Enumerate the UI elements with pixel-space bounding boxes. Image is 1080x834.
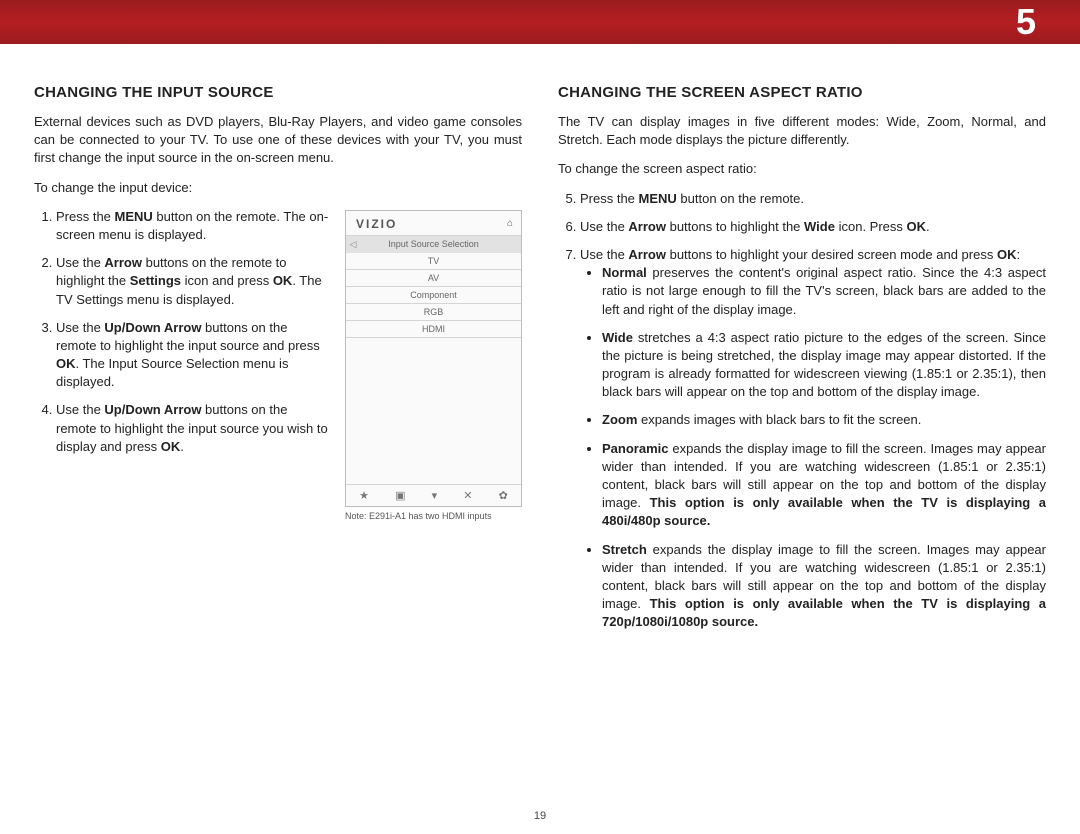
page-number: 19 <box>0 810 1080 822</box>
chevron-down-icon: ▾ <box>432 489 438 502</box>
tv-menu-row: RGB <box>346 304 521 321</box>
back-icon: ◁ <box>346 239 360 250</box>
input-step-3: Use the Up/Down Arrow buttons on the rem… <box>56 319 329 392</box>
star-icon: ★ <box>359 489 369 502</box>
tv-menu-row: AV <box>346 270 521 287</box>
heading-input-source: CHANGING THE INPUT SOURCE <box>34 84 522 101</box>
tv-menu-row: TV <box>346 253 521 270</box>
input-lead: To change the input device: <box>34 179 522 197</box>
chapter-number: 5 <box>996 0 1056 44</box>
aspect-step-7: Use the Arrow buttons to highlight your … <box>580 246 1046 632</box>
pip-icon: ▣ <box>395 489 405 502</box>
aspect-intro: The TV can display images in five differ… <box>558 113 1046 149</box>
input-steps-list: Press the MENU button on the remote. The… <box>34 208 329 466</box>
aspect-steps-list: Press the MENU button on the remote. Use… <box>558 190 1046 632</box>
input-step-2: Use the Arrow buttons on the remote to h… <box>56 254 329 309</box>
aspect-modes-list: Normal preserves the content's original … <box>580 264 1046 631</box>
input-step-4: Use the Up/Down Arrow buttons on the rem… <box>56 401 329 456</box>
tv-menu-row: HDMI <box>346 321 521 338</box>
mode-panoramic: Panoramic expands the display image to f… <box>602 440 1046 531</box>
aspect-lead: To change the screen aspect ratio: <box>558 160 1046 178</box>
gear-icon: ✿ <box>499 489 508 502</box>
mode-zoom: Zoom expands images with black bars to f… <box>602 411 1046 429</box>
tv-menu-illustration: VIZIO ⌂ ◁ Input Source Selection TV AV C… <box>345 210 522 507</box>
mode-stretch: Stretch expands the display image to fil… <box>602 541 1046 632</box>
input-intro: External devices such as DVD players, Bl… <box>34 113 522 168</box>
close-icon: ✕ <box>463 489 472 502</box>
aspect-step-5: Press the MENU button on the remote. <box>580 190 1046 208</box>
mode-normal: Normal preserves the content's original … <box>602 264 1046 319</box>
tv-menu-note: Note: E291i-A1 has two HDMI inputs <box>345 511 522 521</box>
mode-wide: Wide stretches a 4:3 aspect ratio pictur… <box>602 329 1046 402</box>
tv-menu-row: Component <box>346 287 521 304</box>
tv-menu-logo: VIZIO <box>356 217 397 231</box>
home-icon: ⌂ <box>507 218 513 229</box>
page-content: CHANGING THE INPUT SOURCE External devic… <box>0 44 1080 766</box>
tv-menu-footer-icons: ★ ▣ ▾ ✕ ✿ <box>346 484 521 506</box>
heading-aspect-ratio: CHANGING THE SCREEN ASPECT RATIO <box>558 84 1046 101</box>
chapter-header-band: 5 <box>0 0 1080 44</box>
aspect-step-6: Use the Arrow buttons to highlight the W… <box>580 218 1046 236</box>
input-step-1: Press the MENU button on the remote. The… <box>56 208 329 244</box>
tv-menu-title: ◁ Input Source Selection <box>346 236 521 253</box>
